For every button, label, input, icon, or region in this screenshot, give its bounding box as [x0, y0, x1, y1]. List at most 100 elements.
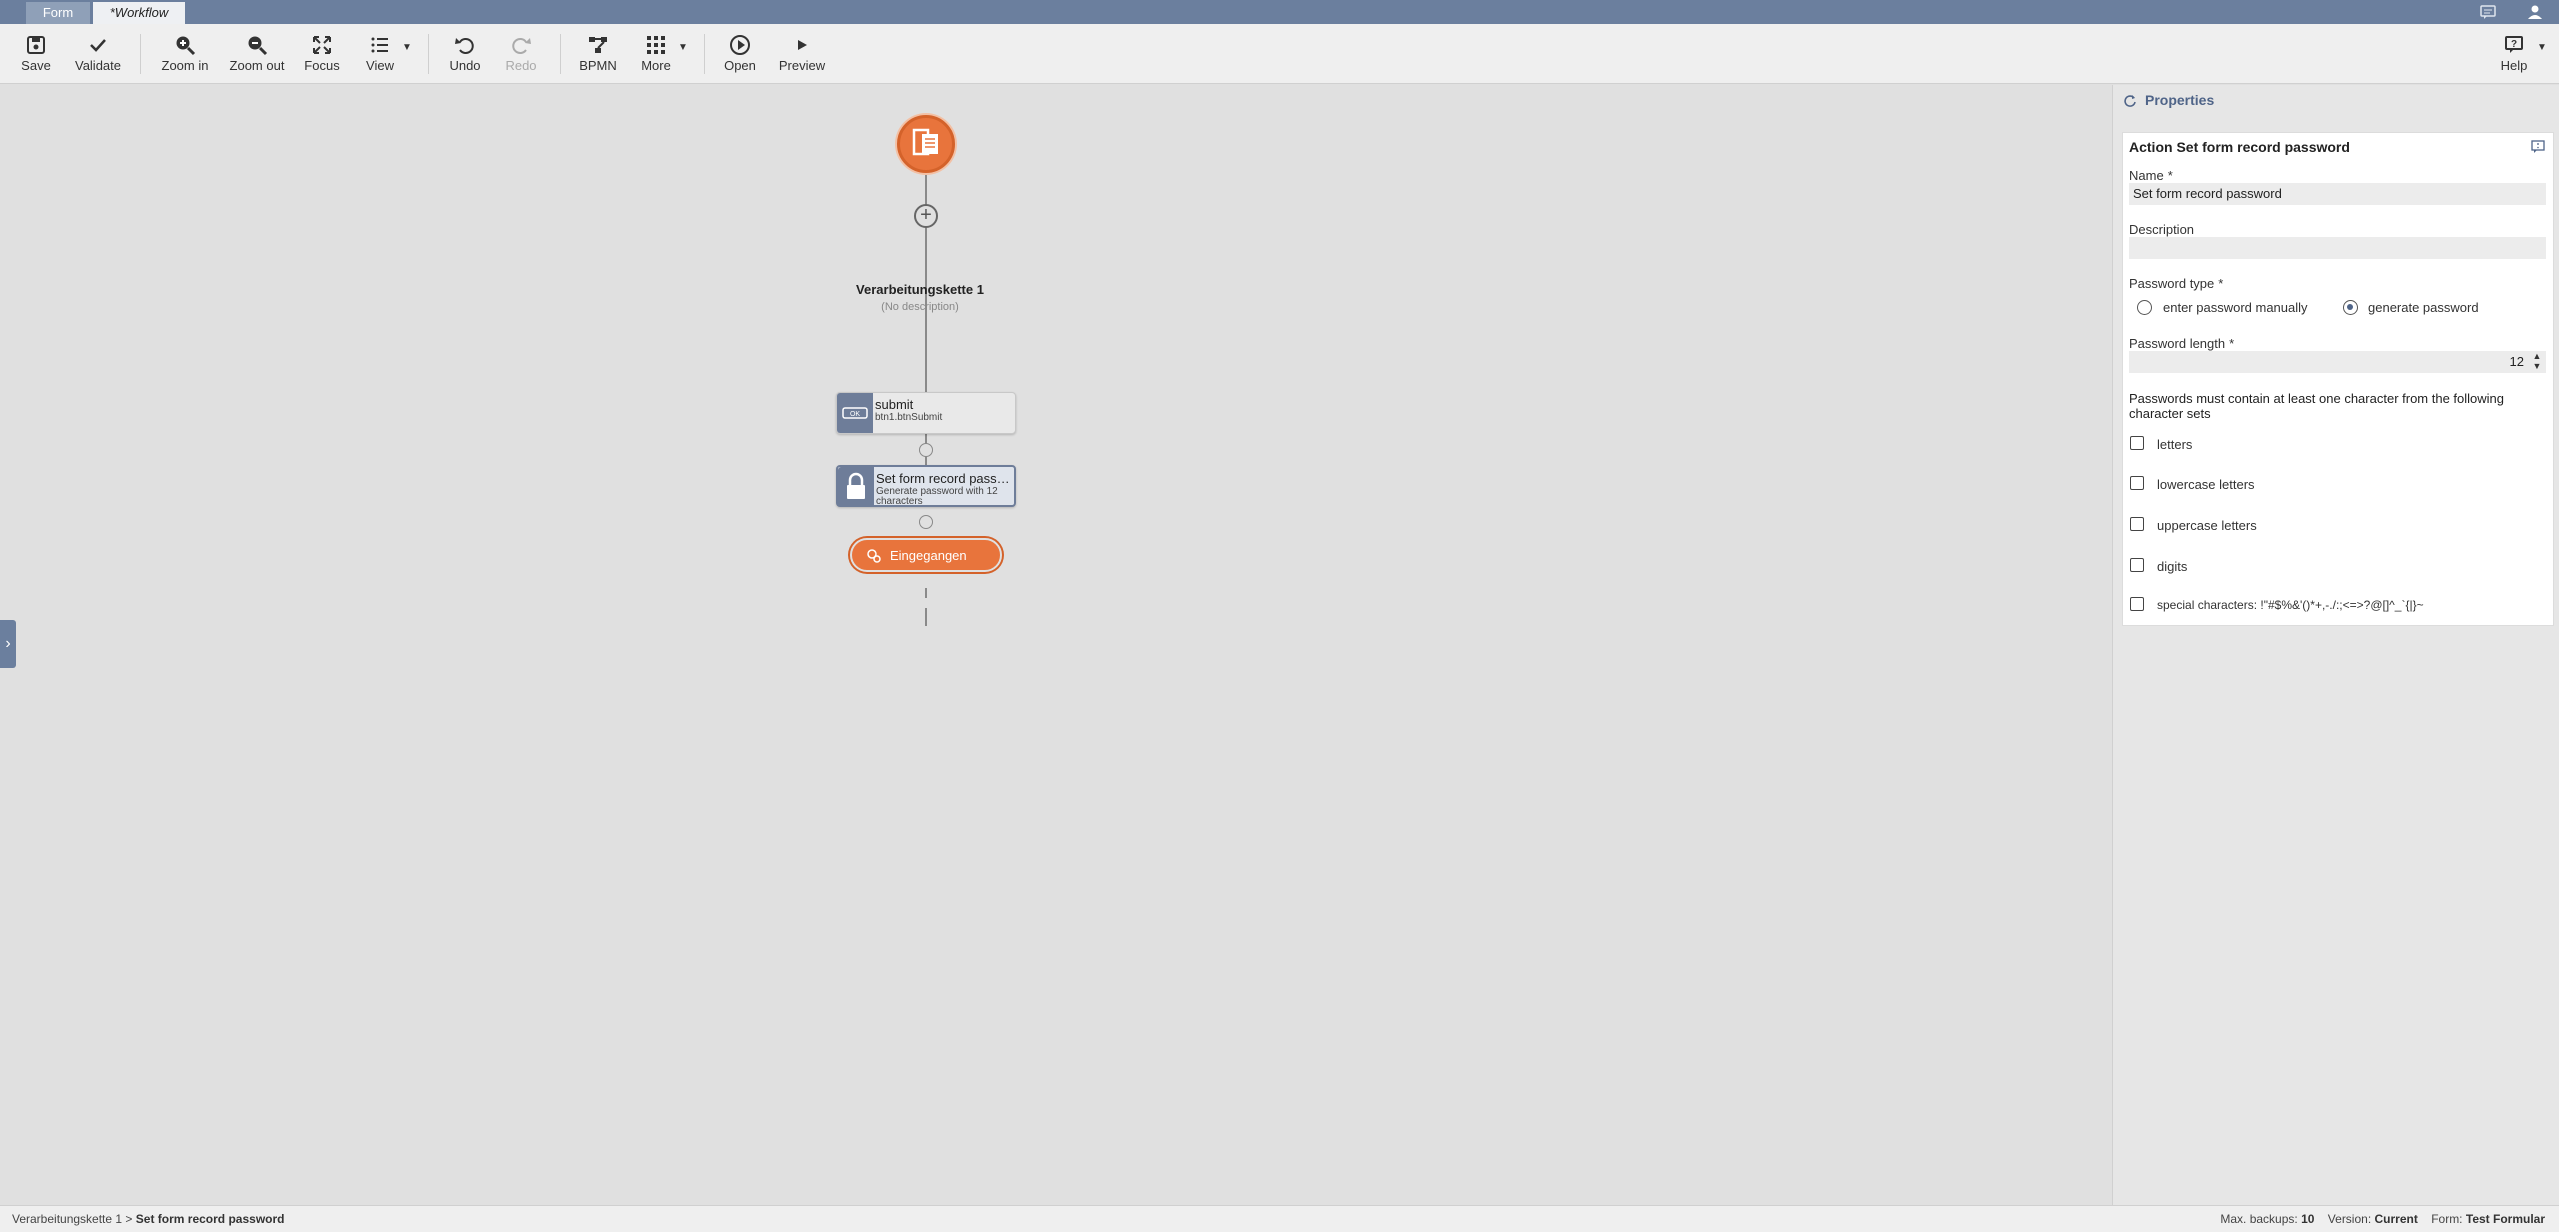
redo-button[interactable]: Redo — [502, 24, 540, 84]
radio-generate-password[interactable] — [2343, 300, 2358, 315]
checkbox-lowercase-label[interactable]: lowercase letters — [2157, 477, 2255, 492]
submit-node[interactable]: OK submit btn1.btnSubmit — [836, 392, 1016, 434]
redo-label: Redo — [505, 58, 537, 73]
help-label: Help — [2500, 58, 2528, 73]
validate-button[interactable]: Validate — [72, 24, 124, 84]
start-event-node[interactable] — [897, 115, 955, 173]
zoom-out-button[interactable]: Zoom out — [228, 24, 286, 84]
undo-label: Undo — [449, 58, 481, 73]
description-label: Description — [2129, 222, 2195, 237]
undo-button[interactable]: Undo — [446, 24, 484, 84]
redo-icon — [512, 38, 531, 54]
focus-button[interactable]: Focus — [300, 24, 344, 84]
preview-label: Preview — [778, 58, 826, 73]
expand-panel-button[interactable]: › — [0, 620, 16, 668]
view-button[interactable]: View — [360, 24, 400, 84]
radio-generate-password-label[interactable]: generate password — [2368, 300, 2479, 315]
status-bar: Verarbeitungskette 1 > Set form record p… — [0, 1205, 2559, 1232]
more-button[interactable]: More — [636, 24, 676, 84]
zoom-in-icon — [176, 36, 196, 56]
save-button[interactable]: Save — [16, 24, 56, 84]
help-tooltip-icon[interactable] — [2531, 140, 2545, 154]
version-label: Version: — [2327, 1212, 2372, 1226]
user-icon[interactable] — [2526, 4, 2544, 20]
connector-circle — [919, 443, 933, 457]
save-icon — [27, 36, 45, 54]
checkbox-uppercase[interactable] — [2130, 517, 2144, 531]
chain-description: (No description) — [881, 301, 959, 313]
more-dropdown-icon[interactable]: ▼ — [678, 42, 688, 53]
help-button[interactable]: ? Help — [2496, 24, 2532, 84]
zoom-out-icon — [248, 36, 268, 56]
breadcrumb: Verarbeitungskette 1 > Set form record p… — [12, 1212, 285, 1226]
password-length-value: 12 — [2509, 354, 2524, 369]
properties-header: Properties — [2113, 85, 2559, 115]
help-dropdown-icon[interactable]: ▼ — [2537, 42, 2547, 53]
svg-text:?: ? — [2511, 39, 2517, 50]
validate-label: Validate — [74, 58, 121, 73]
checkbox-special[interactable] — [2130, 597, 2144, 611]
number-stepper-icon[interactable]: ▲ ▼ — [2530, 351, 2544, 373]
properties-title: Properties — [2145, 92, 2215, 108]
button-icon: OK — [837, 393, 873, 433]
checkbox-uppercase-label[interactable]: uppercase letters — [2157, 518, 2257, 533]
open-label: Open — [724, 58, 756, 73]
zoom-in-button[interactable]: Zoom in — [158, 24, 212, 84]
play-icon — [798, 40, 807, 50]
description-input[interactable] — [2129, 237, 2546, 259]
set-password-node[interactable]: Set form record passwo... Generate passw… — [836, 465, 1016, 507]
focus-icon — [313, 36, 331, 54]
lock-icon — [838, 467, 874, 507]
play-circle-icon — [730, 35, 750, 55]
view-label: View — [366, 58, 394, 73]
undo-icon — [455, 38, 474, 54]
grid-icon — [647, 36, 665, 54]
view-dropdown-icon[interactable]: ▼ — [402, 42, 412, 53]
open-button[interactable]: Open — [720, 24, 760, 84]
radio-enter-manually[interactable] — [2137, 300, 2152, 315]
end-event-node[interactable]: Eingegangen — [850, 538, 1002, 572]
name-label: Name * — [2129, 168, 2173, 183]
name-input[interactable]: Set form record password — [2129, 183, 2546, 205]
checkbox-digits[interactable] — [2130, 558, 2144, 572]
zoom-in-label: Zoom in — [161, 58, 209, 73]
status-icon — [867, 549, 881, 563]
radio-enter-manually-label[interactable]: enter password manually — [2163, 300, 2308, 315]
properties-panel: Properties Action Set form record passwo… — [2112, 85, 2559, 1205]
bpmn-button[interactable]: BPMN — [576, 24, 620, 84]
version-value: Current — [2374, 1212, 2418, 1226]
max-backups-label: Max. backups: — [2220, 1212, 2298, 1226]
tab-workflow[interactable]: *Workflow — [93, 2, 185, 24]
properties-card: Action Set form record password Name * Se… — [2122, 132, 2554, 626]
toolbar-divider — [140, 34, 141, 74]
password-length-input[interactable]: 12 ▲ ▼ — [2129, 351, 2546, 373]
zoom-out-label: Zoom out — [229, 58, 285, 73]
checkbox-letters[interactable] — [2130, 436, 2144, 450]
bpmn-icon — [589, 37, 607, 53]
workflow-canvas[interactable]: + Verarbeitungskette 1 (No description) … — [0, 85, 2112, 1205]
node-title: Set form record passwo... — [876, 471, 1016, 486]
tab-form[interactable]: Form — [26, 2, 90, 24]
breadcrumb-current: Set form record password — [135, 1212, 285, 1226]
breadcrumb-parent[interactable]: Verarbeitungskette 1 — [12, 1212, 122, 1226]
checkbox-lowercase[interactable] — [2130, 476, 2144, 490]
chat-icon[interactable] — [2479, 4, 2497, 20]
checkbox-digits-label[interactable]: digits — [2157, 559, 2187, 574]
focus-label: Focus — [304, 58, 340, 73]
preview-button[interactable]: Preview — [778, 24, 826, 84]
checkbox-letters-label[interactable]: letters — [2157, 437, 2192, 452]
checkbox-special-label[interactable]: special characters: !"#$%&'()*+,-./:;<=>… — [2157, 598, 2424, 612]
password-type-label: Password type * — [2129, 276, 2224, 291]
max-backups-value: 10 — [2301, 1212, 2315, 1226]
add-step-button[interactable]: + — [914, 204, 938, 228]
status-info: Max. backups: 10 Version: Current Form: … — [2220, 1212, 2545, 1226]
bpmn-label: BPMN — [579, 58, 617, 73]
refresh-icon[interactable] — [2123, 93, 2137, 107]
node-subtitle: btn1.btnSubmit — [875, 412, 943, 423]
save-label: Save — [21, 58, 51, 73]
connector-line — [925, 608, 927, 626]
form-icon — [912, 128, 938, 156]
toolbar: Save Validate Zoom in Zoom out Focus Vie… — [0, 24, 2559, 84]
card-title: Action Set form record password — [2129, 139, 2350, 155]
more-label: More — [641, 58, 671, 73]
